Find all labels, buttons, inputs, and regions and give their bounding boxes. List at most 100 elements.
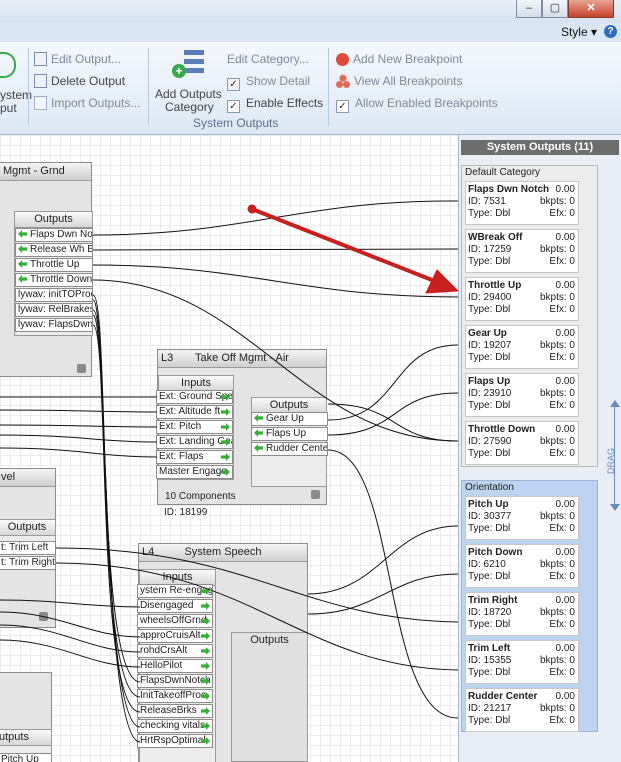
port-label: Flaps Dwn Notch — [30, 229, 93, 240]
add-new-breakpoint-button[interactable]: Add New Breakpoint — [336, 52, 462, 66]
output-card[interactable]: Flaps Up 0.00 ID: 23910 bkpts: 0 Type: Dbl Ef… — [465, 373, 579, 417]
show-detail-checkbox[interactable]: ✓ Show Detail — [227, 74, 310, 91]
input-port[interactable]: ystem Re-engage — [137, 584, 213, 598]
edit-output-button[interactable]: Edit Output... — [34, 52, 121, 66]
output-card[interactable]: Gear Up 0.00 ID: 19207 bkpts: 0 Type: Dbl Efx… — [465, 325, 579, 369]
output-port[interactable]: Rudder Center — [251, 442, 328, 456]
output-card[interactable]: Flaps Dwn Notch 0.00 ID: 7531 bkpts: 0 Type:… — [465, 181, 579, 225]
port-arrow-icon — [201, 707, 210, 715]
output-port[interactable]: Release Wh Brk — [15, 243, 93, 257]
maximize-button[interactable]: ▢ — [542, 0, 568, 18]
output-port[interactable]: Throttle Up — [15, 258, 93, 272]
breakpoints-icon — [336, 74, 350, 88]
output-card[interactable]: Trim Right 0.00 ID: 18720 bkpts: 0 Type: Dbl… — [465, 592, 579, 636]
enable-effects-checkbox[interactable]: ✓ Enable Effects — [227, 96, 323, 113]
port-label: Rudder Center — [266, 443, 328, 454]
input-port[interactable]: Ext: Altitude ft — [156, 405, 233, 419]
output-port-list[interactable]: lywav: RelBrakes — [15, 303, 93, 317]
port-arrow-icon — [221, 423, 230, 431]
input-port[interactable]: Ext: Ground Speed — [156, 390, 233, 404]
output-card[interactable]: Pitch Up 0.00 ID: 30377 bkpts: 0 Type: Dbl Ef… — [465, 496, 579, 540]
output-efx: Efx: 0 — [549, 448, 575, 459]
output-card[interactable]: Throttle Down 0.00 ID: 27590 bkpts: 0 Type: … — [465, 421, 579, 465]
outputs-panel-title: Outputs — [0, 520, 55, 536]
output-port-list[interactable]: t: Trim Right — [0, 556, 56, 570]
output-port-list[interactable]: t: Trim Left — [0, 541, 56, 555]
view-all-breakpoints-button[interactable]: View All Breakpoints — [336, 74, 463, 88]
settings-icon[interactable] — [77, 364, 86, 373]
output-card[interactable]: Throttle Up 0.00 ID: 29400 bkpts: 0 Type: Db… — [465, 277, 579, 321]
input-port[interactable]: wheelsOffGrnd — [137, 614, 213, 628]
delete-output-button[interactable]: Delete Output — [34, 74, 125, 88]
ribbon-separator — [328, 48, 329, 126]
drag-label: DRAG — [606, 448, 616, 475]
help-icon[interactable]: ? — [604, 25, 617, 38]
port-label: Flaps Up — [266, 428, 307, 439]
output-port[interactable]: Throttle Down — [15, 273, 93, 287]
input-port[interactable]: HrtRspOptimal — [137, 734, 213, 748]
category-title[interactable]: Orientation — [462, 481, 597, 494]
close-button[interactable]: ✕ — [568, 0, 614, 18]
port-label: Release Wh Brk — [30, 244, 92, 255]
output-bkpts: bkpts: 0 — [539, 292, 575, 303]
input-port[interactable]: InitTakeoffProc — [137, 689, 213, 703]
output-value: 0.00 — [555, 643, 575, 654]
input-port[interactable]: checking vitals — [137, 719, 213, 733]
input-port[interactable]: Master Engage — [156, 465, 233, 479]
category-title[interactable]: Default Category — [462, 166, 597, 179]
port-arrow-icon — [201, 662, 210, 670]
output-name: Gear Up — [468, 328, 507, 339]
output-type: Type: Dbl — [468, 400, 511, 411]
style-menu[interactable]: Style ▾ — [561, 25, 597, 39]
input-port[interactable]: HelloPilot — [137, 659, 213, 673]
output-card[interactable]: Rudder Center 0.00 ID: 21217 bkpts: 0 Type: … — [465, 688, 579, 732]
output-port[interactable]: Flaps Dwn Notch — [15, 228, 93, 242]
import-outputs-button[interactable]: Import Outputs... — [34, 96, 140, 110]
output-port-list[interactable]: Pitch Up — [0, 753, 52, 762]
port-label: Disengaged — [140, 600, 194, 611]
output-card[interactable]: Pitch Down 0.00 ID: 6210 bkpts: 0 Type: Dbl E… — [465, 544, 579, 588]
output-value: 0.00 — [555, 595, 575, 606]
output-id: ID: 18720 — [468, 607, 512, 618]
input-port[interactable]: Ext: Landing Gear — [156, 435, 233, 449]
input-port[interactable]: rohdCrsAlt — [137, 644, 213, 658]
output-value: 0.00 — [555, 424, 575, 435]
settings-icon[interactable] — [39, 612, 48, 621]
settings-icon[interactable] — [311, 490, 320, 499]
output-card[interactable]: Trim Left 0.00 ID: 15355 bkpts: 0 Type: Dbl E… — [465, 640, 579, 684]
add-outputs-category-label[interactable]: Category — [165, 100, 214, 114]
input-port[interactable]: ReleaseBrks — [137, 704, 213, 718]
input-port[interactable]: Disengaged — [137, 599, 213, 613]
add-outputs-category-icon: + — [172, 50, 206, 82]
output-id: ID: 17259 — [468, 244, 512, 255]
edit-category-button[interactable]: Edit Category... — [227, 52, 309, 66]
input-port[interactable]: Ext: Pitch — [156, 420, 233, 434]
drag-handle[interactable]: DRAG — [602, 400, 621, 512]
category-default: Default Category Flaps Dwn Notch 0.00 ID: … — [461, 165, 598, 467]
port-arrow-icon — [18, 230, 27, 238]
system-outputs-sidebar: System Outputs (11) Default Category Fla… — [458, 135, 621, 762]
input-port[interactable]: Ext: Flaps — [156, 450, 233, 464]
node-bottom-partial[interactable]: utputs — [0, 672, 52, 762]
input-port[interactable]: approCruisAlt — [137, 629, 213, 643]
output-port[interactable]: Gear Up — [251, 412, 328, 426]
graph-canvas[interactable]: Mgmt - Grnd Outputs L3 Take Off Mgmt - A… — [0, 135, 458, 762]
arrow-down-icon — [610, 504, 620, 511]
output-port-list[interactable]: lywav: initTOProc — [15, 288, 93, 302]
output-port[interactable]: Flaps Up — [251, 427, 328, 441]
minimize-button[interactable]: – — [516, 0, 542, 18]
add-outputs-category-button[interactable]: Add Outputs — [155, 87, 222, 101]
port-label: ReleaseBrks — [140, 705, 197, 716]
node-title: vel — [1, 471, 16, 483]
output-port-list[interactable]: lywav: FlapsDwn — [15, 318, 93, 332]
port-arrow-icon — [221, 408, 230, 416]
input-port[interactable]: FlapsDwnNotch — [137, 674, 213, 688]
output-card[interactable]: WBreak Off 0.00 ID: 17259 bkpts: 0 Type: Dbl… — [465, 229, 579, 273]
allow-enabled-breakpoints-checkbox[interactable]: ✓ Allow Enabled Breakpoints — [336, 96, 498, 113]
components-count: 10 Components — [165, 491, 236, 502]
delete-output-icon — [34, 74, 47, 88]
system-output-label-2[interactable]: put — [0, 101, 17, 115]
output-efx: Efx: 0 — [549, 619, 575, 630]
output-type: Type: Dbl — [468, 448, 511, 459]
port-label: InitTakeoffProc — [140, 690, 206, 701]
